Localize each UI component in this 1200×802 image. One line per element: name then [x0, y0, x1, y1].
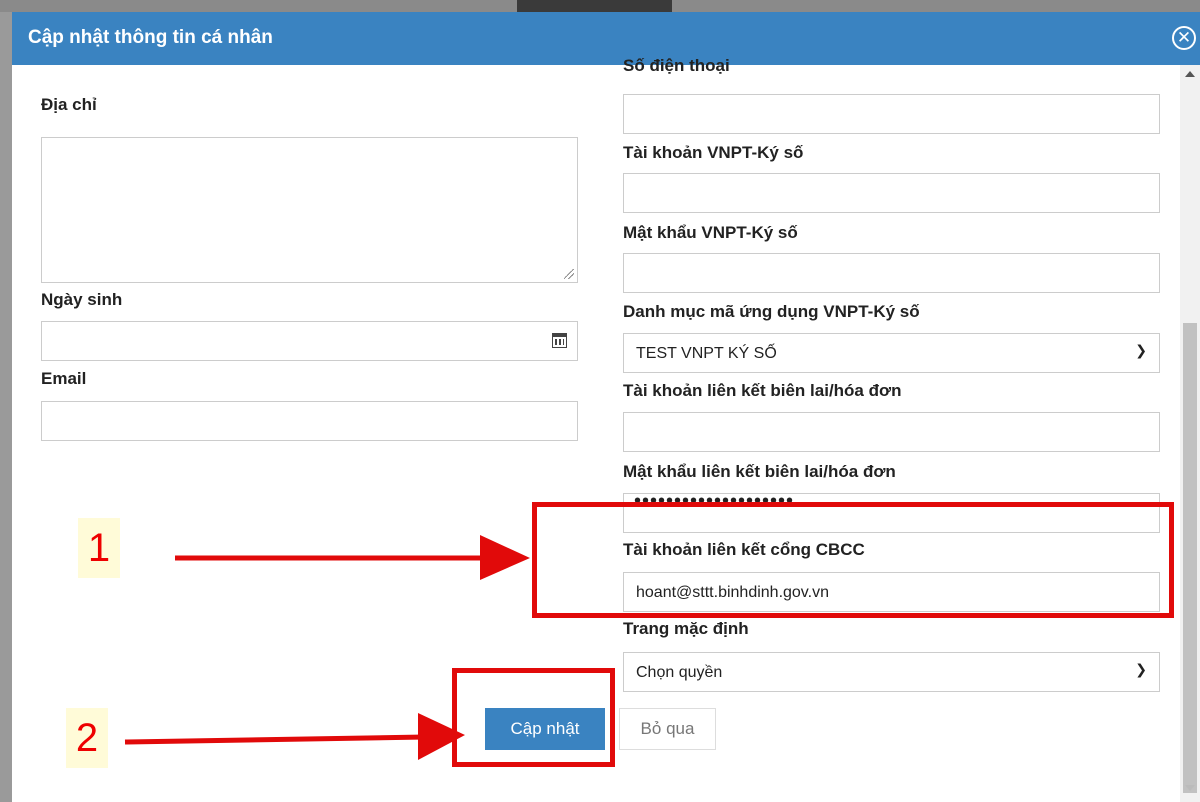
chevron-down-icon: ❯ — [1135, 661, 1147, 677]
email-label: Email — [41, 369, 87, 388]
app-code-value: TEST VNPT KÝ SỐ — [636, 345, 777, 362]
dialog-titlebar: Cập nhật thông tin cá nhân ✕ — [12, 12, 1200, 65]
background-left — [0, 12, 12, 802]
address-label: Địa chỉ — [41, 95, 97, 114]
calendar-icon[interactable] — [552, 333, 567, 348]
scroll-up-icon[interactable] — [1185, 71, 1195, 77]
annotation-number-one: 1 — [78, 518, 120, 578]
signing-password-label: Mật khẩu VNPT-Ký số — [623, 223, 798, 242]
close-icon[interactable]: ✕ — [1172, 26, 1196, 50]
birthdate-input[interactable] — [41, 321, 578, 361]
birthdate-label: Ngày sinh — [41, 290, 123, 309]
signing-account-input[interactable] — [623, 173, 1160, 213]
signing-password-input[interactable] — [623, 253, 1160, 293]
scroll-thumb[interactable] — [1183, 323, 1197, 793]
default-page-value: Chọn quyền — [636, 664, 723, 681]
invoice-account-input[interactable] — [623, 412, 1160, 452]
highlight-box-update-button — [452, 668, 615, 767]
annotation-number-two: 2 — [66, 708, 108, 768]
email-input[interactable] — [41, 401, 578, 441]
scroll-down-icon[interactable] — [1185, 785, 1195, 791]
phone-label: Số điện thoại — [623, 56, 730, 75]
invoice-password-label: Mật khẩu liên kết biên lai/hóa đơn — [623, 462, 896, 481]
app-code-label: Danh mục mã ứng dụng VNPT-Ký số — [623, 302, 920, 321]
address-textarea[interactable] — [41, 137, 578, 283]
background-dark-block — [517, 0, 672, 12]
default-page-label: Trang mặc định — [623, 619, 749, 638]
highlight-box-cbcc-account — [532, 502, 1174, 618]
background-top — [0, 0, 1200, 12]
chevron-down-icon: ❯ — [1135, 342, 1147, 358]
signing-account-label: Tài khoản VNPT-Ký số — [623, 143, 804, 162]
dialog-title: Cập nhật thông tin cá nhân — [28, 27, 273, 48]
phone-input[interactable] — [623, 94, 1160, 134]
default-page-select[interactable]: Chọn quyền ❯ — [623, 652, 1160, 692]
app-code-select[interactable]: TEST VNPT KÝ SỐ ❯ — [623, 333, 1160, 373]
cancel-button[interactable]: Bỏ qua — [619, 708, 716, 750]
resize-handle-icon[interactable] — [564, 269, 574, 279]
scrollbar[interactable] — [1180, 65, 1200, 802]
invoice-account-label: Tài khoản liên kết biên lai/hóa đơn — [623, 381, 902, 400]
